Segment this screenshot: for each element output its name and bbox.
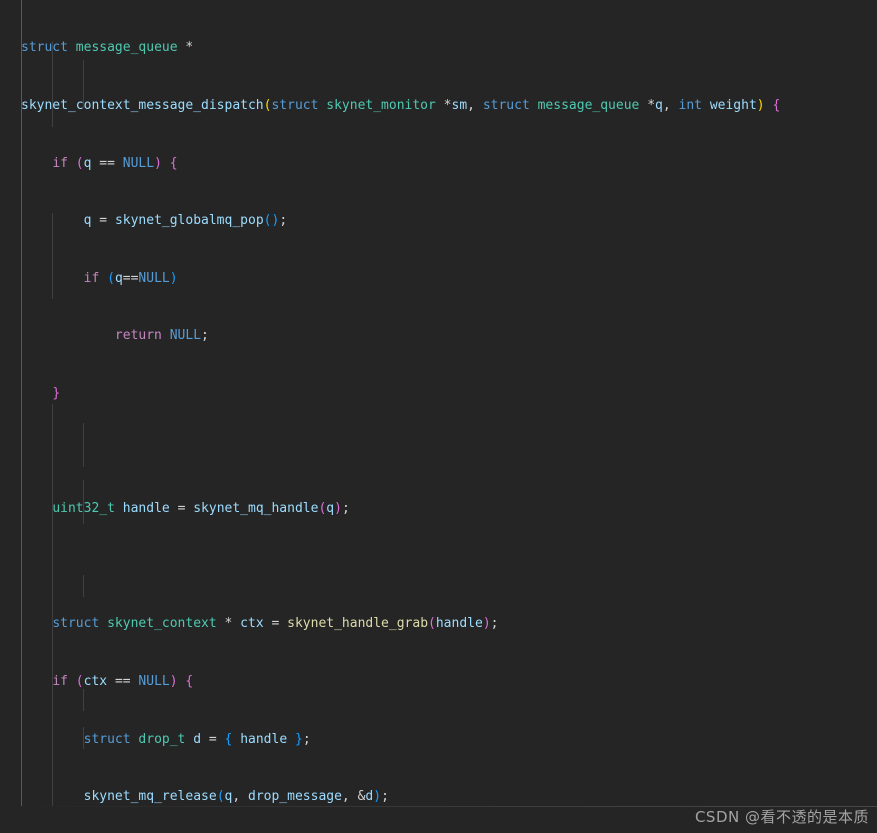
code-line-5[interactable]: if (q==NULL): [0, 269, 877, 288]
code-line-3[interactable]: if (q == NULL) {: [0, 154, 877, 173]
code-line-7[interactable]: }: [0, 384, 877, 403]
code-line-12[interactable]: if (ctx == NULL) {: [0, 672, 877, 691]
code-line-2[interactable]: skynet_context_message_dispatch(struct s…: [0, 96, 877, 115]
code-line-6[interactable]: return NULL;: [0, 326, 877, 345]
code-line-11[interactable]: struct skynet_context * ctx = skynet_han…: [0, 614, 877, 633]
code-line-8[interactable]: [0, 442, 877, 461]
code-editor[interactable]: struct message_queue * skynet_context_me…: [0, 0, 877, 833]
code-line-14[interactable]: skynet_mq_release(q, drop_message, &d);: [0, 787, 877, 806]
code-line-9[interactable]: uint32_t handle = skynet_mq_handle(q);: [0, 499, 877, 518]
code-line-10[interactable]: [0, 557, 877, 576]
code-line-4[interactable]: q = skynet_globalmq_pop();: [0, 211, 877, 230]
code-line-13[interactable]: struct drop_t d = { handle };: [0, 730, 877, 749]
code-content[interactable]: struct message_queue * skynet_context_me…: [0, 0, 877, 833]
code-line-1[interactable]: struct message_queue *: [0, 38, 877, 57]
